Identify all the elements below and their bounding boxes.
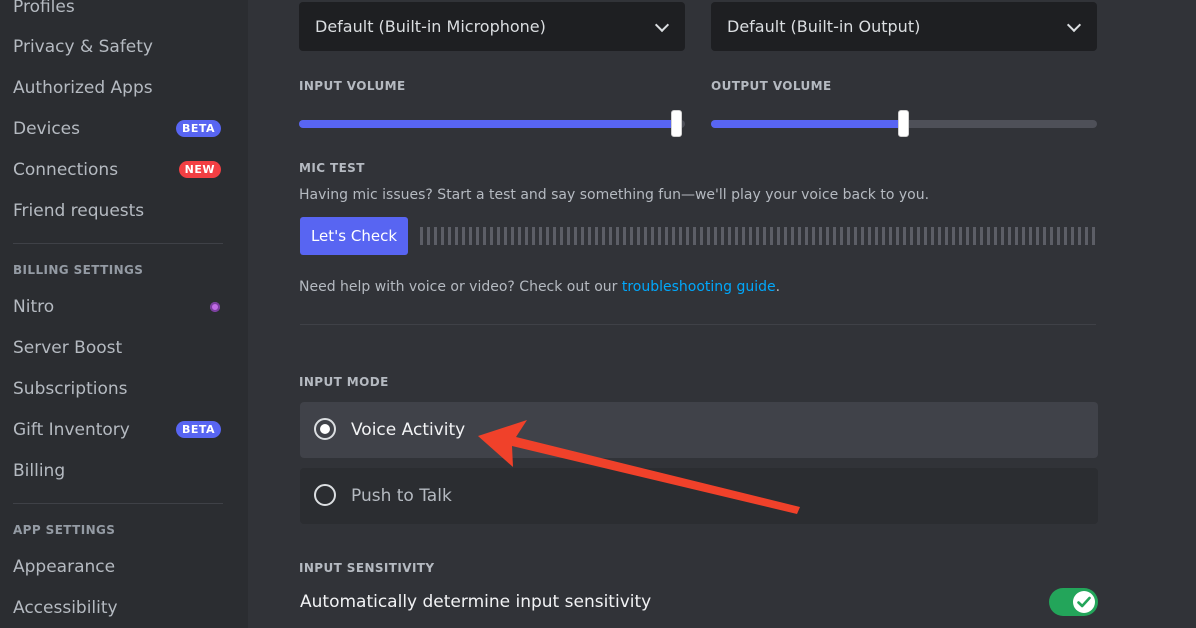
output-volume-label: OUTPUT VOLUME (711, 79, 832, 93)
input-volume-label: INPUT VOLUME (299, 79, 406, 93)
section-divider (300, 324, 1096, 325)
sidebar-item-subscriptions[interactable]: Subscriptions (13, 374, 225, 404)
input-volume-slider[interactable] (299, 110, 685, 137)
billing-settings-header: BILLING SETTINGS (13, 263, 144, 277)
sidebar-item-devices[interactable]: Devices BETA (13, 114, 225, 144)
troubleshooting-guide-link[interactable]: troubleshooting guide (622, 279, 776, 295)
sidebar-item-label: Connections (13, 160, 119, 180)
sidebar-item-label: Authorized Apps (13, 78, 153, 98)
sidebar-divider (13, 243, 223, 244)
new-badge: NEW (178, 161, 221, 178)
sidebar-item-connections[interactable]: Connections NEW (13, 155, 225, 185)
mic-test-description: Having mic issues? Start a test and say … (299, 187, 930, 203)
input-sensitivity-label: INPUT SENSITIVITY (299, 561, 435, 575)
voice-help-text: Need help with voice or video? Check out… (299, 279, 780, 295)
output-volume-fill (711, 120, 904, 128)
chevron-down-icon (1066, 17, 1082, 33)
auto-sensitivity-label: Automatically determine input sensitivit… (300, 592, 652, 612)
sidebar-item-label: Profiles (13, 0, 75, 17)
nitro-icon (210, 302, 220, 312)
sidebar-item-billing[interactable]: Billing (13, 456, 225, 486)
output-device-value: Default (Built-in Output) (727, 17, 921, 36)
sidebar-item-label: Accessibility (13, 598, 118, 618)
radio-selected-icon (314, 418, 336, 440)
input-device-value: Default (Built-in Microphone) (315, 17, 546, 36)
output-device-select[interactable]: Default (Built-in Output) (711, 2, 1097, 51)
sidebar-item-label: Nitro (13, 297, 55, 317)
input-volume-fill (299, 120, 678, 128)
voice-help-suffix: . (775, 279, 781, 295)
sidebar-item-label: Gift Inventory (13, 420, 130, 440)
auto-sensitivity-toggle[interactable] (1049, 588, 1098, 616)
sidebar-divider (13, 503, 223, 504)
output-volume-handle[interactable] (898, 110, 909, 137)
voice-activity-option[interactable]: Voice Activity (300, 402, 1098, 458)
sidebar-item-nitro[interactable]: Nitro (13, 292, 225, 322)
sidebar-item-label: Subscriptions (13, 379, 128, 399)
push-to-talk-option[interactable]: Push to Talk (300, 468, 1098, 524)
output-volume-slider[interactable] (711, 110, 1097, 137)
sidebar-item-label: Server Boost (13, 338, 123, 358)
mic-level-meter (420, 227, 1096, 245)
sidebar-item-friend-requests[interactable]: Friend requests (13, 196, 225, 226)
sidebar-item-authorized-apps[interactable]: Authorized Apps (13, 73, 225, 103)
app-settings-header: APP SETTINGS (13, 523, 116, 537)
voice-settings-panel: Default (Built-in Microphone) Default (B… (248, 0, 1196, 628)
voice-activity-label: Voice Activity (351, 420, 466, 440)
sidebar-item-profiles[interactable]: Profiles (13, 0, 225, 22)
sidebar-item-label: Friend requests (13, 201, 145, 221)
voice-help-prefix: Need help with voice or video? Check out… (299, 279, 622, 295)
sidebar-item-appearance[interactable]: Appearance (13, 552, 225, 582)
check-icon (1077, 596, 1091, 608)
lets-check-button[interactable]: Let's Check (300, 217, 408, 255)
sidebar-item-gift-inventory[interactable]: Gift Inventory BETA (13, 415, 225, 445)
sidebar-item-server-boost[interactable]: Server Boost (13, 333, 225, 363)
input-device-select[interactable]: Default (Built-in Microphone) (299, 2, 685, 51)
sidebar-item-privacy-safety[interactable]: Privacy & Safety (13, 32, 225, 62)
beta-badge: BETA (175, 120, 221, 137)
input-volume-handle[interactable] (671, 110, 683, 137)
sidebar-item-accessibility[interactable]: Accessibility (13, 593, 225, 623)
beta-badge: BETA (175, 421, 221, 438)
settings-sidebar: Profiles Privacy & Safety Authorized App… (0, 0, 248, 628)
radio-unselected-icon (314, 484, 336, 506)
mic-test-label: MIC TEST (299, 161, 365, 175)
input-mode-label: INPUT MODE (299, 375, 389, 389)
sidebar-item-label: Devices (13, 119, 80, 139)
chevron-down-icon (654, 17, 670, 33)
sidebar-item-label: Billing (13, 461, 66, 481)
toggle-knob (1073, 591, 1095, 613)
sidebar-item-label: Appearance (13, 557, 116, 577)
push-to-talk-label: Push to Talk (351, 486, 452, 506)
sidebar-item-label: Privacy & Safety (13, 37, 153, 57)
